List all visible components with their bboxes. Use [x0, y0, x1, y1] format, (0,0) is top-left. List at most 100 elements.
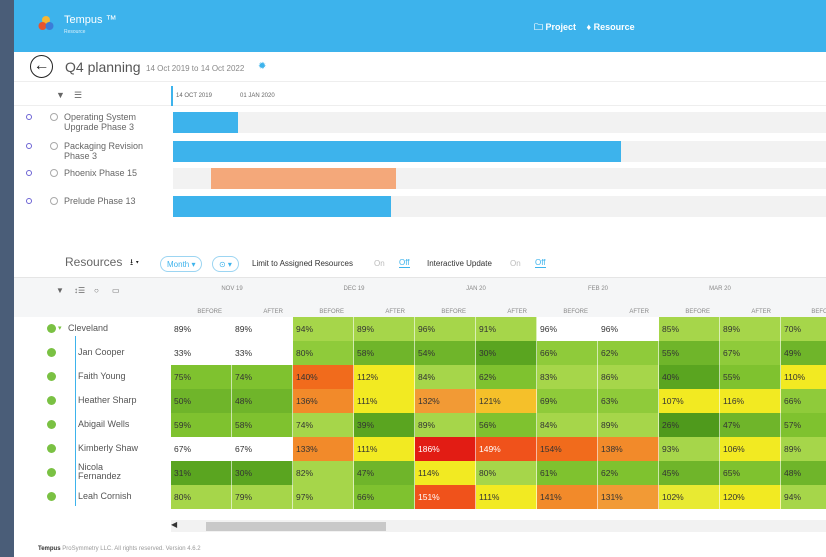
allocation-cell[interactable]: 74% — [293, 413, 354, 437]
gantt-row[interactable]: Operating System Upgrade Phase 3 — [14, 110, 826, 136]
info-icon[interactable] — [47, 420, 56, 429]
allocation-cell[interactable]: 66% — [537, 341, 598, 365]
allocation-cell[interactable]: 33% — [232, 341, 293, 365]
allocation-cell[interactable]: 107% — [659, 389, 720, 413]
allocation-cell[interactable]: 75% — [171, 365, 232, 389]
allocation-cell[interactable]: 93% — [659, 437, 720, 461]
info-icon[interactable] — [47, 492, 56, 501]
info-icon[interactable] — [47, 396, 56, 405]
allocation-cell[interactable]: 141% — [537, 485, 598, 509]
allocation-cell[interactable]: 63% — [598, 389, 659, 413]
info-icon[interactable] — [47, 444, 56, 453]
allocation-cell[interactable]: 111% — [354, 437, 415, 461]
limit-off[interactable]: Off — [399, 258, 410, 268]
allocation-cell[interactable]: 97% — [293, 485, 354, 509]
allocation-cell[interactable]: 47% — [720, 413, 781, 437]
nav-resource[interactable]: ♦ Resource — [587, 22, 635, 32]
gantt-row[interactable]: Packaging Revision Phase 3 — [14, 139, 826, 165]
allocation-cell[interactable]: 69% — [537, 389, 598, 413]
gantt-bar[interactable] — [211, 168, 396, 189]
allocation-cell[interactable]: 48% — [232, 389, 293, 413]
allocation-cell[interactable]: 154% — [537, 437, 598, 461]
scroll-thumb[interactable] — [206, 522, 386, 531]
allocation-cell[interactable]: 56% — [476, 413, 537, 437]
select-circle-icon[interactable] — [50, 142, 58, 150]
resource-row[interactable]: Faith Young 75% 74% 140% 112% 84% 62% 83% 86% 40%… — [14, 365, 826, 389]
allocation-cell[interactable]: 138% — [598, 437, 659, 461]
gear-icon[interactable]: ✹ — [258, 61, 266, 72]
allocation-cell[interactable]: 31% — [171, 461, 232, 485]
allocation-cell[interactable]: 82% — [293, 461, 354, 485]
gantt-bar[interactable] — [173, 196, 391, 217]
filter-icon[interactable]: ▼ — [56, 286, 64, 295]
resource-row[interactable]: Abigail Wells 59% 58% 74% 39% 89% 56% 84% 89% 26%… — [14, 413, 826, 437]
select-circle-icon[interactable] — [50, 113, 58, 121]
allocation-cell[interactable]: 45% — [659, 461, 720, 485]
allocation-cell[interactable]: 55% — [659, 341, 720, 365]
allocation-cell[interactable]: 140% — [293, 365, 354, 389]
sort-icon[interactable]: ↕☰ — [74, 286, 85, 295]
allocation-cell[interactable]: 132% — [415, 389, 476, 413]
allocation-cell[interactable]: 85% — [659, 317, 720, 341]
allocation-cell[interactable]: 30% — [476, 341, 537, 365]
clock-dropdown[interactable]: ⊙ ▾ — [212, 256, 239, 272]
allocation-cell[interactable]: 84% — [415, 365, 476, 389]
allocation-cell[interactable]: 80% — [171, 485, 232, 509]
allocation-cell[interactable]: 70% — [781, 317, 826, 341]
resource-row[interactable]: Jan Cooper 33% 33% 80% 58% 54% 30% 66% 62% 55% 67%… — [14, 341, 826, 365]
allocation-cell[interactable]: 120% — [720, 485, 781, 509]
gantt-row[interactable]: Prelude Phase 13 — [14, 194, 826, 220]
allocation-cell[interactable]: 102% — [659, 485, 720, 509]
info-icon[interactable] — [47, 468, 56, 477]
allocation-cell[interactable]: 84% — [537, 413, 598, 437]
allocation-cell[interactable]: 149% — [476, 437, 537, 461]
allocation-cell[interactable]: 65% — [720, 461, 781, 485]
gantt-bar[interactable] — [173, 141, 621, 162]
allocation-cell[interactable]: 80% — [293, 341, 354, 365]
allocation-cell[interactable]: 26% — [659, 413, 720, 437]
allocation-cell[interactable]: 67% — [720, 341, 781, 365]
interactive-off[interactable]: Off — [535, 258, 546, 268]
resource-row[interactable]: Nicola Fernandez 31% 30% 82% 47% 114% 80% 61% 62… — [14, 461, 826, 485]
allocation-cell[interactable]: 96% — [598, 317, 659, 341]
allocation-cell[interactable]: 62% — [598, 341, 659, 365]
info-icon[interactable] — [47, 372, 56, 381]
resource-row[interactable]: ▾ Cleveland 89% 89% 94% 89% 96% 91% 96% 96% 85% 89%… — [14, 317, 826, 341]
allocation-cell[interactable]: 55% — [720, 365, 781, 389]
allocation-cell[interactable]: 121% — [476, 389, 537, 413]
info-icon[interactable] — [47, 348, 56, 357]
allocation-cell[interactable]: 83% — [537, 365, 598, 389]
gantt-bar[interactable] — [173, 112, 238, 133]
back-button[interactable]: ← — [30, 55, 53, 78]
folder-icon[interactable]: ▭ — [112, 286, 120, 295]
allocation-cell[interactable]: 33% — [171, 341, 232, 365]
allocation-cell[interactable]: 67% — [171, 437, 232, 461]
resource-row[interactable]: Leah Cornish 80% 79% 97% 66% 151% 111% 141% 131%… — [14, 485, 826, 509]
allocation-cell[interactable]: 151% — [415, 485, 476, 509]
select-circle-icon[interactable] — [50, 169, 58, 177]
allocation-cell[interactable]: 89% — [415, 413, 476, 437]
allocation-cell[interactable]: 89% — [354, 317, 415, 341]
allocation-cell[interactable]: 49% — [781, 341, 826, 365]
allocation-cell[interactable]: 61% — [537, 461, 598, 485]
allocation-cell[interactable]: 50% — [171, 389, 232, 413]
allocation-cell[interactable]: 116% — [720, 389, 781, 413]
allocation-cell[interactable]: 94% — [781, 485, 826, 509]
allocation-cell[interactable]: 91% — [476, 317, 537, 341]
allocation-cell[interactable]: 74% — [232, 365, 293, 389]
allocation-cell[interactable]: 59% — [171, 413, 232, 437]
allocation-cell[interactable]: 96% — [415, 317, 476, 341]
allocation-cell[interactable]: 58% — [232, 413, 293, 437]
allocation-cell[interactable]: 40% — [659, 365, 720, 389]
nav-project[interactable]: 🗀 Project — [534, 22, 576, 32]
allocation-cell[interactable]: 111% — [476, 485, 537, 509]
allocation-cell[interactable]: 96% — [537, 317, 598, 341]
allocation-cell[interactable]: 30% — [232, 461, 293, 485]
allocation-cell[interactable]: 66% — [354, 485, 415, 509]
allocation-cell[interactable]: 94% — [293, 317, 354, 341]
allocation-cell[interactable]: 136% — [293, 389, 354, 413]
allocation-cell[interactable]: 62% — [598, 461, 659, 485]
allocation-cell[interactable]: 131% — [598, 485, 659, 509]
limit-on[interactable]: On — [374, 259, 385, 268]
allocation-cell[interactable]: 110% — [781, 365, 826, 389]
